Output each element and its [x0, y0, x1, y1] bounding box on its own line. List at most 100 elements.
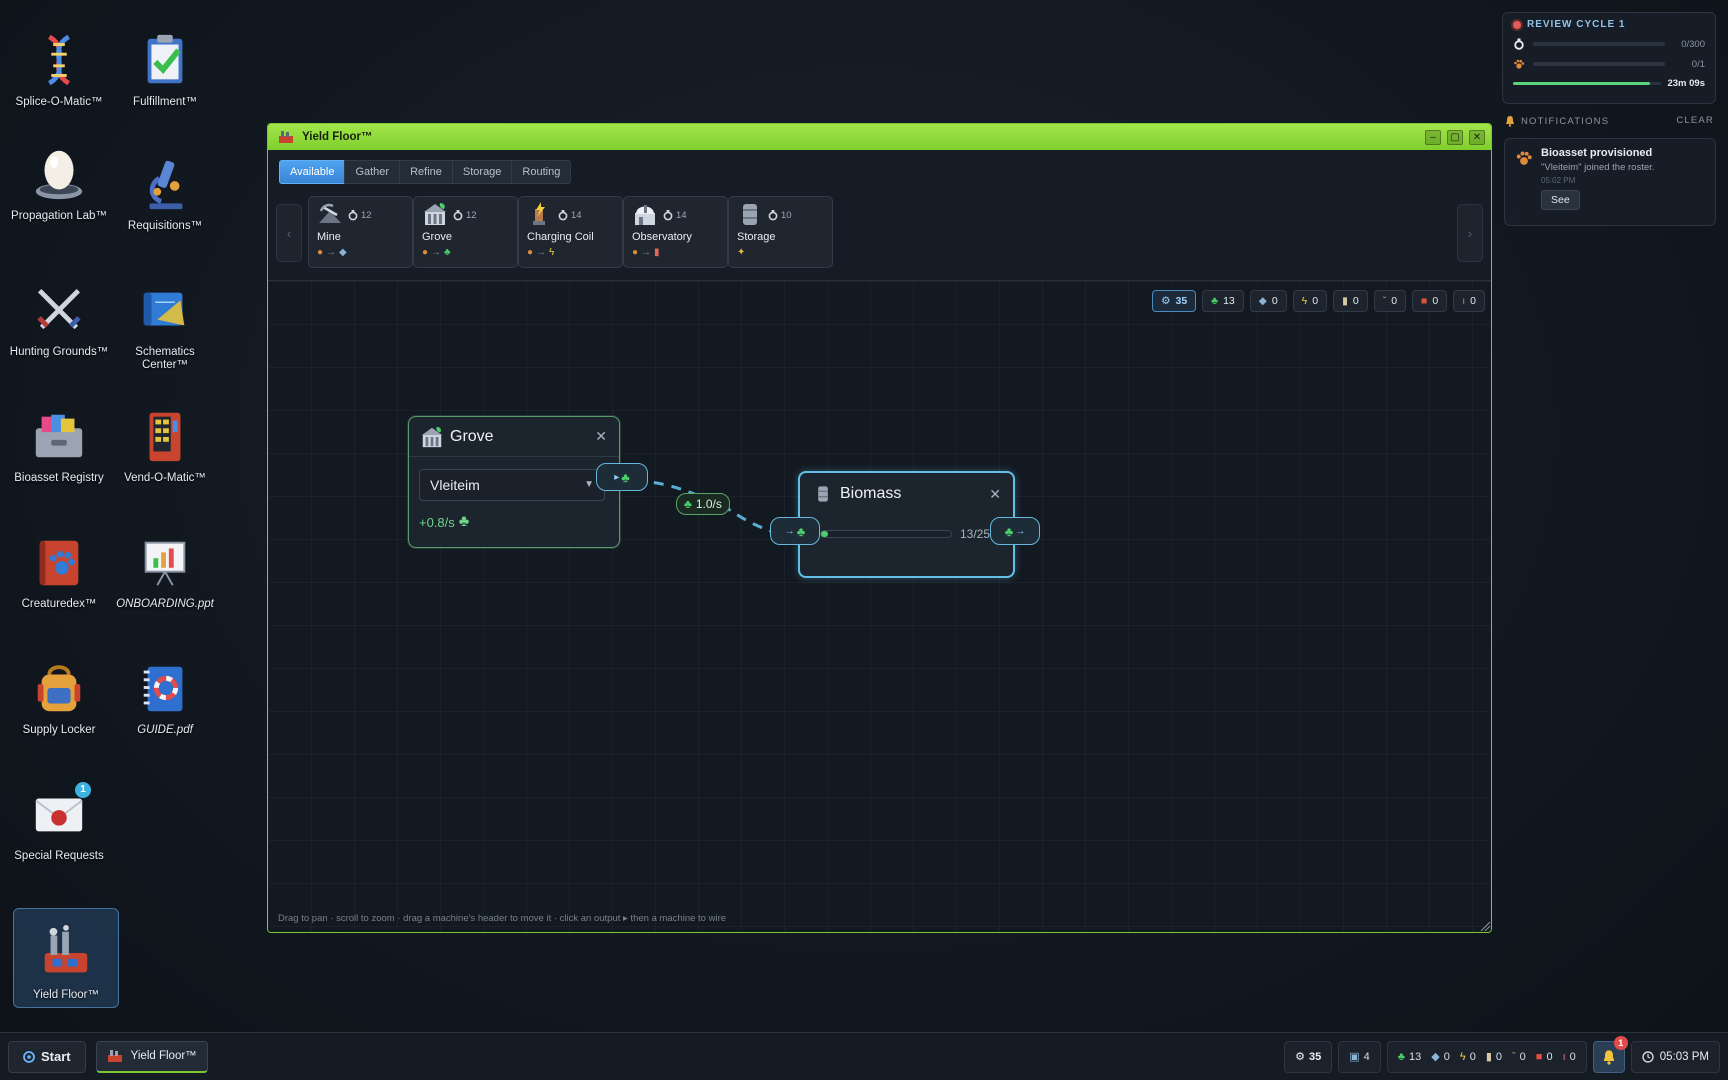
paw-icon: ● [317, 247, 324, 258]
biomass-output-port[interactable]: ♣ → [990, 517, 1040, 545]
notification-count-badge: 1 [1613, 1035, 1628, 1050]
tray-sprout: ˇ0 [1512, 1051, 1526, 1063]
factory-icon [36, 923, 96, 983]
notifications-title: NOTIFICATIONS [1521, 115, 1610, 127]
desktop-icon-hunting-grounds[interactable]: Hunting Grounds™ [6, 280, 112, 359]
machine-card-mine[interactable]: 12 Mine ● → ◆ [308, 196, 413, 268]
machine-card-charging-coil[interactable]: 14 Charging Coil ● → ϟ [518, 196, 623, 268]
desktop-icon-fulfillment[interactable]: Fulfillment™ [112, 30, 218, 109]
desktop-icon-special-requests[interactable]: 1 Special Requests [6, 782, 112, 863]
tray-value: 35 [1309, 1050, 1322, 1063]
arrow-right-icon: → [1015, 525, 1026, 537]
desktop-icon-requisitions[interactable]: Requisitions™ [112, 154, 218, 233]
machine-cost-value: 14 [571, 209, 582, 221]
taskbar-item-yield-floor[interactable]: Yield Floor™ [95, 1040, 208, 1073]
machine-card-observatory[interactable]: 14 Observatory ● → ▮ [623, 196, 728, 268]
leaf-icon: ♣ [621, 469, 630, 485]
palette-next-button[interactable]: › [1457, 204, 1483, 262]
creature-select[interactable]: Vleiteim ▼ [419, 469, 605, 501]
factory-canvas[interactable]: ⚙ 35 ♣ 13 ◆ 0 ϟ0 ▮ 0 ˇ0 ■ 0 ı0 Grove ✕ Vleite… [268, 280, 1491, 932]
machine-recipe: ● → ◆ [317, 247, 347, 258]
paw-icon: ● [527, 247, 534, 258]
machine-cost-value: 14 [676, 209, 687, 221]
machine-name: Storage [737, 231, 776, 243]
tab-refine[interactable]: Refine [399, 160, 453, 184]
desktop-icon-supply-locker[interactable]: Supply Locker [6, 658, 112, 737]
window-titlebar[interactable]: Yield Floor™ – ▢ ✕ [268, 124, 1491, 150]
grove-output-port[interactable]: ▸ ♣ [596, 463, 648, 491]
start-button[interactable]: Start [8, 1040, 86, 1073]
machine-card-grove[interactable]: 12 Grove ● → ♣ [413, 196, 518, 268]
paw-icon [1516, 151, 1532, 165]
machine-card-storage[interactable]: 10 Storage ✦ [728, 196, 833, 268]
maximize-button[interactable]: ▢ [1447, 129, 1463, 145]
tray-floppy: ▣ 4 [1349, 1050, 1370, 1064]
tab-gather[interactable]: Gather [344, 160, 401, 184]
tab-storage[interactable]: Storage [451, 160, 513, 184]
notifications-clear-button[interactable]: CLEAR [1676, 115, 1714, 127]
desktop-icon-schematics-center[interactable]: Schematics Center™ [112, 280, 218, 372]
node-close-button[interactable]: ✕ [989, 486, 1001, 503]
creature-select-value: Vleiteim [430, 477, 480, 493]
minimize-button[interactable]: – [1425, 129, 1441, 145]
ore-icon: ◆ [339, 247, 347, 258]
desktop-icon-propagation-lab[interactable]: Propagation Lab™ [6, 144, 112, 223]
bolt-icon: ϟ [549, 247, 555, 258]
desktop-icon-guide-pdf[interactable]: GUIDE.pdf [112, 658, 218, 737]
machine-cost: 14 [662, 209, 687, 221]
paw-icon: ● [632, 247, 639, 258]
review-goal-row: 0/300 [1513, 38, 1705, 50]
review-goal-bar [1533, 42, 1665, 46]
machine-cost: 14 [557, 209, 582, 221]
arrow-right-icon: → [784, 525, 795, 537]
category-tabs: Available Gather Refine Storage Routing [279, 160, 572, 184]
paw-icon [1514, 59, 1525, 69]
desktop-icon-label: Schematics Center™ [135, 346, 195, 371]
jar-icon: ▮ [1485, 1051, 1492, 1063]
desktop-icon-onboarding-ppt[interactable]: ONBOARDING.ppt [112, 532, 218, 611]
desktop-icon-bioasset-registry[interactable]: Bioasset Registry [6, 406, 112, 485]
status-dot-icon [1513, 20, 1521, 29]
tab-available[interactable]: Available [279, 160, 346, 184]
desktop-icon-label: Vend-O-Matic™ [124, 472, 206, 484]
leaf-icon: ♣ [684, 497, 692, 511]
desktop-icon-label: GUIDE.pdf [137, 724, 193, 736]
desktop-icon-label: Hunting Grounds™ [9, 346, 109, 358]
desktop-icon-splice-o-matic[interactable]: Splice-O-Matic™ [6, 30, 112, 109]
desktop-icon-label: Yield Floor™ [32, 989, 100, 1001]
machine-cost-value: 10 [781, 209, 792, 221]
taskbar-item-label: Yield Floor™ [130, 1050, 197, 1062]
notification-see-button[interactable]: See [1541, 190, 1580, 210]
wire-rate-label: ♣ 1.0/s [676, 493, 730, 515]
machine-cost-value: 12 [466, 209, 477, 221]
notification-time: 05:02 PM [1541, 176, 1576, 185]
special-requests-badge: 1 [75, 782, 91, 798]
gear-ring-icon: ⚙ [1295, 1051, 1306, 1063]
machine-name: Grove [422, 231, 452, 243]
notifications-button[interactable]: 1 [1592, 1035, 1628, 1073]
vial-icon: ı [1562, 1050, 1566, 1063]
resize-handle-icon[interactable] [1479, 920, 1491, 932]
node-header[interactable]: Biomass ✕ [800, 473, 1013, 515]
desktop-icon-label: ONBOARDING.ppt [116, 598, 214, 610]
node-biomass: Biomass ✕ 13/250 [798, 471, 1015, 578]
machine-cost: 10 [767, 209, 792, 221]
review-goal-value: 0/300 [1681, 38, 1705, 50]
tab-routing[interactable]: Routing [511, 160, 572, 184]
desktop-icon-yield-floor[interactable]: Yield Floor™ [13, 908, 119, 1008]
clock-time: 05:03 PM [1659, 1050, 1709, 1063]
window-controls: – ▢ ✕ [1425, 129, 1491, 145]
close-button[interactable]: ✕ [1469, 129, 1485, 145]
machine-name: Mine [317, 231, 341, 243]
biomass-input-port[interactable]: → ♣ [770, 517, 820, 545]
node-title: Grove [450, 427, 494, 445]
microscope-icon [135, 154, 195, 214]
node-header[interactable]: Grove ✕ [409, 417, 619, 457]
node-close-button[interactable]: ✕ [595, 428, 607, 445]
grove-icon [424, 203, 446, 225]
desktop-icon-creaturedex[interactable]: Creaturedex™ [6, 532, 112, 611]
palette-prev-button[interactable]: ‹ [276, 204, 302, 262]
machine-cost: 12 [452, 209, 477, 221]
machine-name: Charging Coil [527, 231, 594, 243]
desktop-icon-vend-o-matic[interactable]: Vend-O-Matic™ [112, 406, 218, 485]
